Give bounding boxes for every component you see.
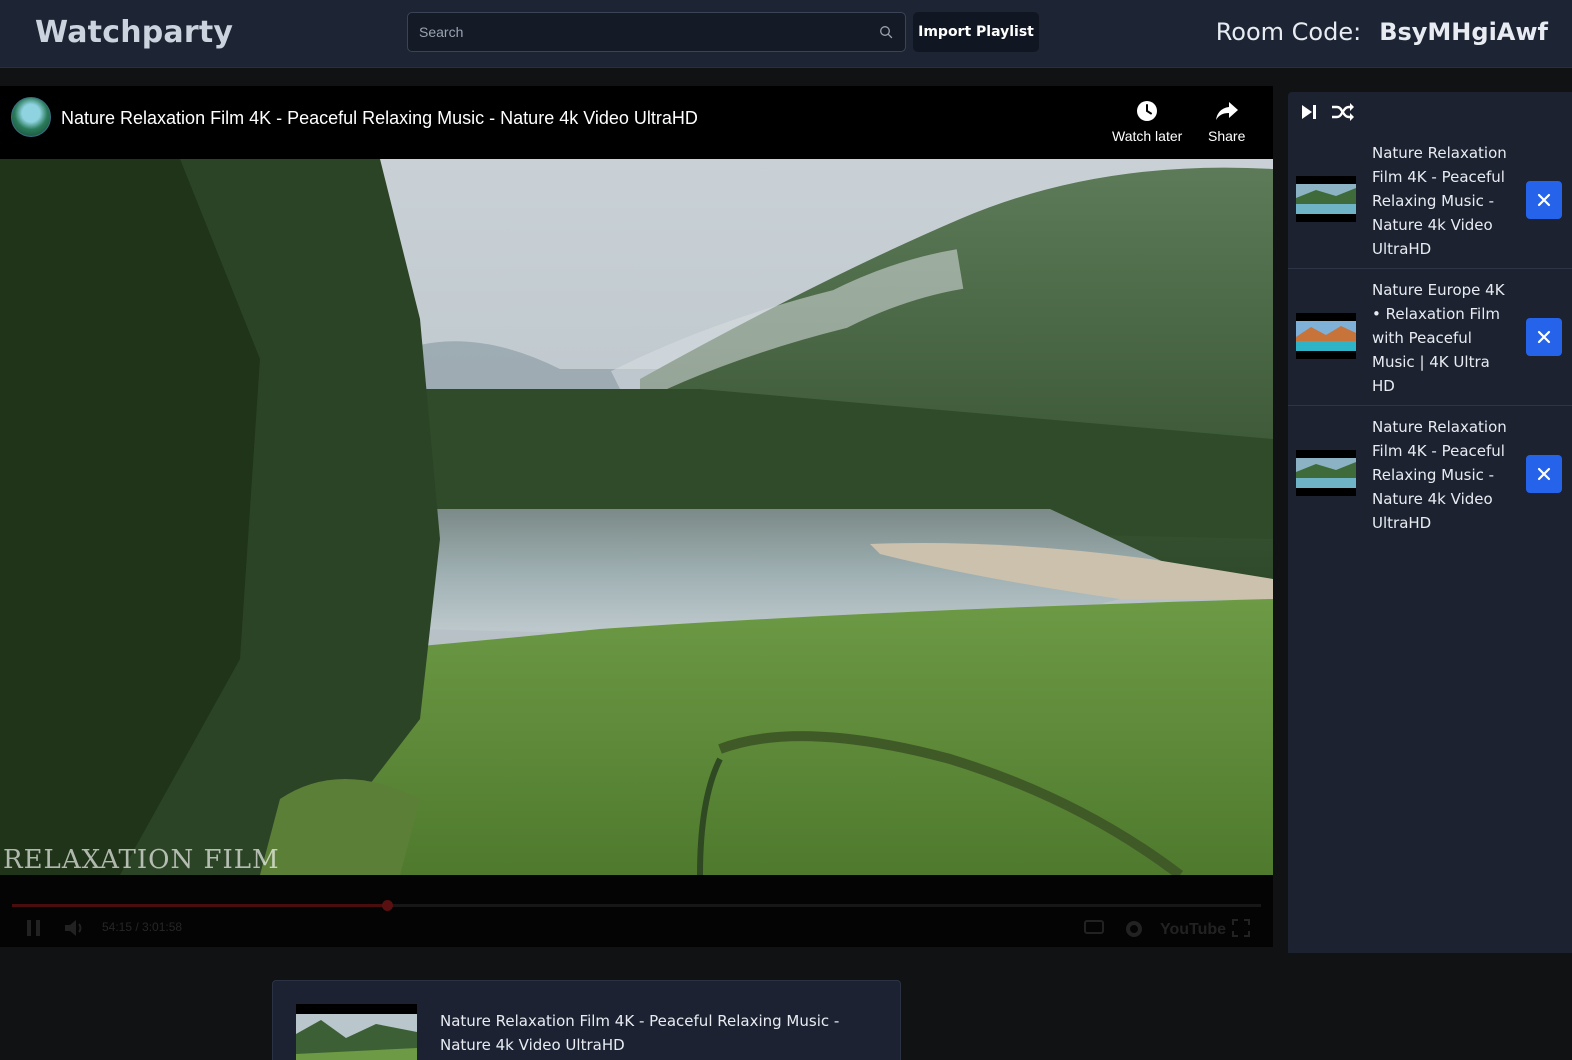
now-playing-thumbnail[interactable] [296, 1004, 417, 1060]
share-label: Share [1208, 128, 1246, 144]
search-icon[interactable] [879, 25, 893, 39]
watch-later-button[interactable]: Watch later [1112, 100, 1182, 144]
now-playing-title: Nature Relaxation Film 4K - Peaceful Rel… [440, 1012, 840, 1054]
queue-item-thumbnail[interactable] [1296, 450, 1356, 496]
progress-bar[interactable] [12, 900, 1261, 911]
queue-item-title: Nature Relaxation Film 4K - Peaceful Rel… [1372, 144, 1507, 258]
remove-from-queue-button[interactable] [1526, 455, 1562, 493]
import-playlist-button[interactable]: Import Playlist [913, 12, 1039, 52]
share-button[interactable]: Share [1208, 100, 1245, 144]
queue-toolbar [1297, 100, 1355, 124]
clock-icon [1137, 101, 1158, 121]
video-player[interactable]: Nature Relaxation Film 4K - Peaceful Rel… [0, 86, 1273, 947]
thumbnail-image [1296, 184, 1356, 214]
close-icon [1537, 330, 1551, 344]
thumbnail-image [1296, 321, 1356, 351]
skip-next-button[interactable] [1297, 100, 1321, 124]
thumbnail-image [296, 1004, 417, 1060]
search-box[interactable] [407, 12, 906, 52]
video-frame-image [0, 159, 1273, 875]
skip-next-icon [1302, 105, 1316, 119]
time-display: 54:15 / 3:01:58 [102, 920, 183, 934]
now-playing-card[interactable]: Nature Relaxation Film 4K - Peaceful Rel… [272, 980, 901, 1060]
shuffle-icon [1332, 103, 1354, 121]
share-arrow-icon [1215, 102, 1238, 120]
room-code-label: Room Code: [1215, 18, 1362, 46]
video-watermark: RELAXATION FILM [3, 845, 280, 875]
settings-gear-icon[interactable] [1124, 919, 1144, 939]
captions-icon[interactable] [1084, 919, 1104, 935]
queue-item-title: Nature Relaxation Film 4K - Peaceful Rel… [1372, 418, 1507, 532]
video-frame[interactable]: RELAXATION FILM [0, 159, 1273, 875]
app-brand[interactable]: Watchparty [35, 15, 233, 50]
remove-from-queue-button[interactable] [1526, 318, 1562, 356]
room-code-display: Room Code: BsyMHgiAwf [1216, 18, 1548, 46]
shuffle-button[interactable] [1331, 100, 1355, 124]
progress-scrubber[interactable] [381, 900, 393, 911]
room-code-value: BsyMHgiAwf [1379, 18, 1548, 46]
queue-item-thumbnail[interactable] [1296, 176, 1356, 222]
queue-item-title: Nature Europe 4K • Relaxation Film with … [1372, 281, 1505, 395]
search-input[interactable] [408, 13, 905, 51]
pause-icon[interactable] [26, 919, 42, 937]
channel-avatar[interactable] [11, 97, 51, 137]
top-bar: Watchparty Import Playlist Room Code: Bsy… [0, 0, 1572, 68]
queue-item[interactable]: Nature Relaxation Film 4K - Peaceful Rel… [1288, 406, 1572, 543]
queue-item[interactable]: Nature Relaxation Film 4K - Peaceful Rel… [1288, 132, 1572, 269]
player-title-bar: Nature Relaxation Film 4K - Peaceful Rel… [0, 86, 1273, 159]
youtube-logo[interactable]: YouTube [1160, 921, 1226, 939]
queue-item-thumbnail[interactable] [1296, 313, 1356, 359]
queue-item[interactable]: Nature Europe 4K • Relaxation Film with … [1288, 269, 1572, 406]
fullscreen-icon[interactable] [1232, 919, 1250, 937]
playlist-queue: Nature Relaxation Film 4K - Peaceful Rel… [1288, 92, 1572, 953]
close-icon [1537, 193, 1551, 207]
player-controls: 54:15 / 3:01:58 YouTube [0, 875, 1273, 947]
thumbnail-image [1296, 458, 1356, 488]
close-icon [1537, 467, 1551, 481]
watch-later-label: Watch later [1112, 128, 1183, 144]
volume-icon[interactable] [64, 919, 86, 937]
video-title[interactable]: Nature Relaxation Film 4K - Peaceful Rel… [61, 108, 698, 129]
progress-fill [12, 904, 387, 907]
remove-from-queue-button[interactable] [1526, 181, 1562, 219]
